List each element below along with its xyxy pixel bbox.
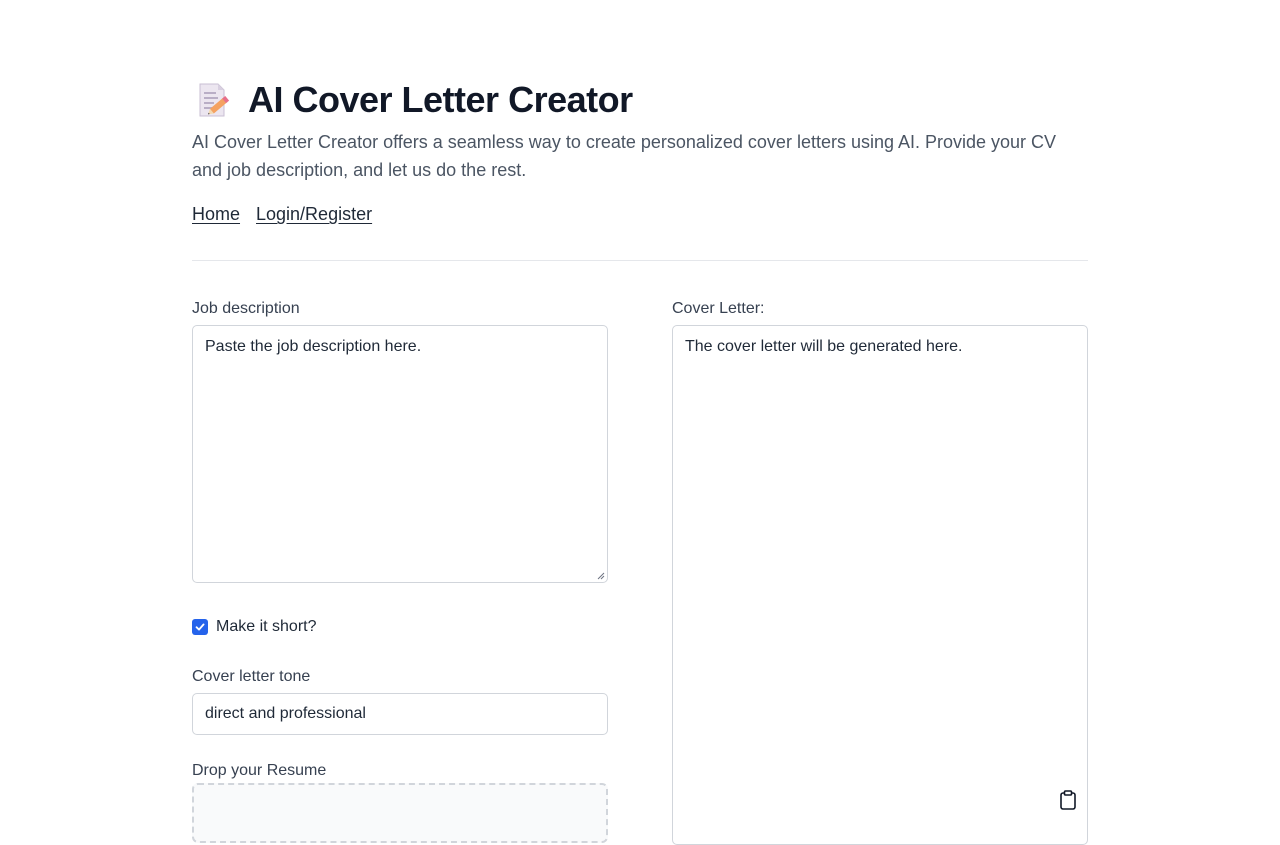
make-short-label: Make it short? (216, 618, 317, 635)
page-subtitle: AI Cover Letter Creator offers a seamles… (192, 132, 1057, 180)
job-description-input[interactable]: Paste the job description here. (192, 325, 608, 583)
make-short-checkbox[interactable] (192, 619, 208, 635)
nav-login-link[interactable]: Login/Register (256, 202, 372, 226)
clipboard-icon[interactable] (1059, 790, 1077, 810)
cover-letter-placeholder: The cover letter will be generated here. (685, 338, 963, 355)
cover-letter-output[interactable]: The cover letter will be generated here. (672, 325, 1088, 845)
resume-dropzone[interactable] (192, 783, 608, 843)
memo-icon (192, 80, 232, 120)
cover-letter-label: Cover Letter: (672, 300, 765, 317)
nav-bar: Home Login/Register (192, 202, 372, 226)
nav-home-link[interactable]: Home (192, 202, 240, 226)
check-icon (195, 623, 205, 631)
resize-handle-icon[interactable] (597, 572, 605, 580)
page-header: AI Cover Letter Creator (192, 78, 633, 122)
job-description-placeholder: Paste the job description here. (205, 338, 422, 355)
tone-input[interactable]: direct and professional (192, 693, 608, 735)
divider (192, 260, 1088, 261)
page-title: AI Cover Letter Creator (248, 79, 633, 120)
resume-label: Drop your Resume (192, 762, 327, 779)
tone-label: Cover letter tone (192, 668, 311, 685)
job-description-label: Job description (192, 300, 300, 317)
make-short-option[interactable]: Make it short? (192, 617, 316, 637)
